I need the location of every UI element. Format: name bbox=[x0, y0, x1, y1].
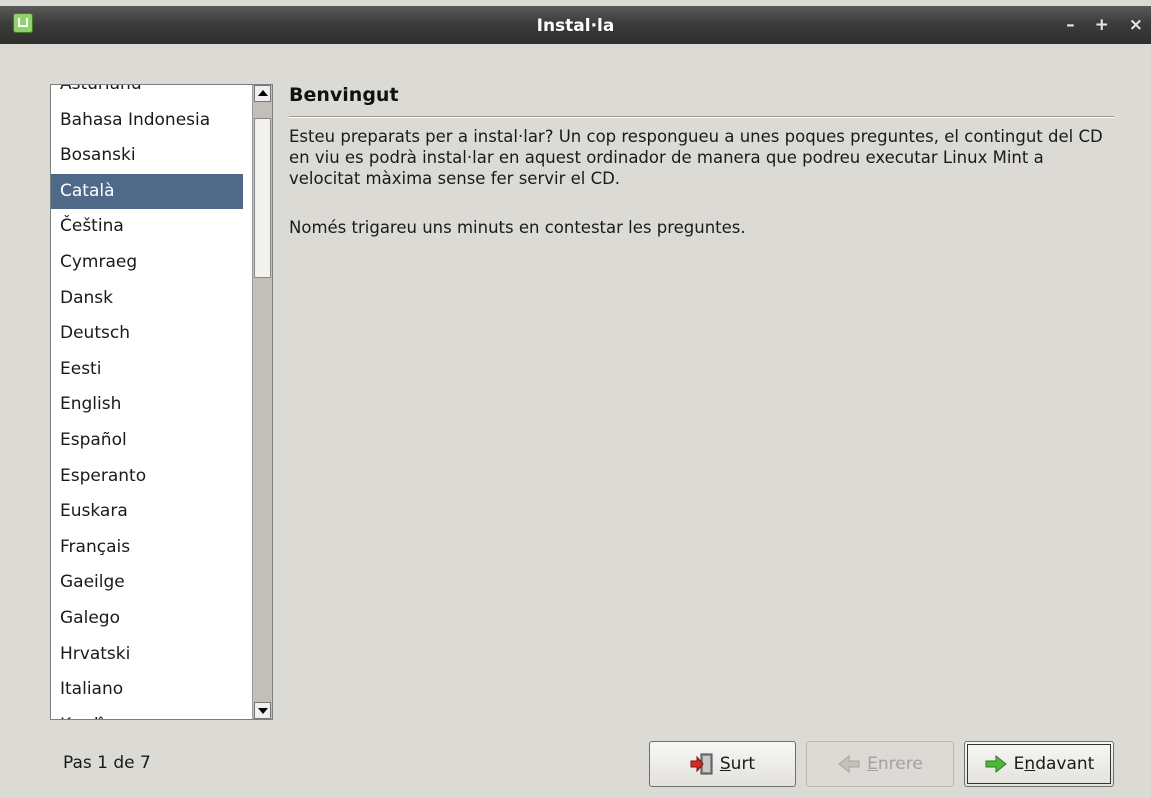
page-title: Benvingut bbox=[289, 84, 399, 106]
language-item[interactable]: Galego bbox=[51, 601, 243, 637]
next-label: Endavant bbox=[1014, 754, 1095, 774]
language-item[interactable]: Hrvatski bbox=[51, 637, 243, 673]
language-item[interactable]: Deutsch bbox=[51, 316, 243, 352]
language-item[interactable]: Euskara bbox=[51, 494, 243, 530]
language-item-selected[interactable]: Català bbox=[51, 173, 243, 210]
back-button[interactable]: Enrere bbox=[806, 741, 954, 787]
scroll-up-button[interactable] bbox=[254, 85, 271, 102]
window-titlebar[interactable]: Instal·la – + × bbox=[0, 0, 1151, 44]
language-item[interactable]: Bahasa Indonesia bbox=[51, 103, 243, 139]
language-item[interactable]: Esperanto bbox=[51, 459, 243, 495]
window-title: Instal·la bbox=[536, 16, 615, 36]
back-label-rest: nrere bbox=[877, 754, 923, 774]
scroll-down-button[interactable] bbox=[254, 702, 271, 719]
quit-label: Surt bbox=[720, 754, 755, 774]
step-indicator: Pas 1 de 7 bbox=[63, 753, 151, 773]
next-label-mnemonic: n bbox=[1024, 754, 1036, 774]
exit-door-icon bbox=[690, 753, 714, 775]
quit-label-rest: urt bbox=[730, 754, 756, 774]
language-item[interactable]: Cymraeg bbox=[51, 245, 243, 281]
arrow-down-icon bbox=[258, 708, 268, 714]
language-item[interactable]: Français bbox=[51, 530, 243, 566]
next-label-rest: davant bbox=[1035, 754, 1095, 774]
language-item[interactable]: Eesti bbox=[51, 352, 243, 388]
quit-label-mnemonic: S bbox=[719, 754, 731, 774]
arrow-left-icon bbox=[837, 753, 861, 775]
scrollbar-thumb[interactable] bbox=[254, 118, 271, 278]
arrow-right-icon bbox=[984, 753, 1008, 775]
language-item[interactable]: Čeština bbox=[51, 209, 243, 245]
language-list[interactable]: Asturianu Bahasa Indonesia Bosanski Català… bbox=[50, 84, 273, 720]
language-item-partial[interactable]: Asturianu bbox=[51, 85, 243, 103]
back-label-mnemonic: E bbox=[867, 754, 878, 774]
language-item-partial[interactable]: Kurdî bbox=[51, 708, 243, 719]
maximize-button[interactable]: + bbox=[1095, 15, 1109, 35]
back-label: Enrere bbox=[867, 754, 923, 774]
language-item[interactable]: Gaeilge bbox=[51, 565, 243, 601]
window-controls: – + × bbox=[1052, 15, 1143, 35]
language-item[interactable]: Bosanski bbox=[51, 138, 243, 174]
language-item[interactable]: Español bbox=[51, 423, 243, 459]
arrow-up-icon bbox=[258, 90, 268, 96]
next-button[interactable]: Endavant bbox=[964, 741, 1114, 787]
language-item[interactable]: English bbox=[51, 387, 243, 423]
close-button[interactable]: × bbox=[1129, 15, 1143, 35]
language-item[interactable]: Italiano bbox=[51, 672, 243, 708]
language-list-items: Asturianu Bahasa Indonesia Bosanski Català… bbox=[51, 85, 243, 719]
quit-button[interactable]: Surt bbox=[649, 741, 796, 787]
language-list-scrollbar[interactable] bbox=[252, 85, 272, 719]
language-item[interactable]: Dansk bbox=[51, 281, 243, 317]
minimize-button[interactable]: – bbox=[1066, 15, 1075, 35]
title-divider bbox=[289, 116, 1114, 118]
welcome-text: Esteu preparats per a instal·lar? Un cop… bbox=[289, 127, 1103, 188]
next-label-first: E bbox=[1013, 754, 1025, 774]
time-note-text: Només trigareu uns minuts en contestar l… bbox=[289, 218, 746, 237]
